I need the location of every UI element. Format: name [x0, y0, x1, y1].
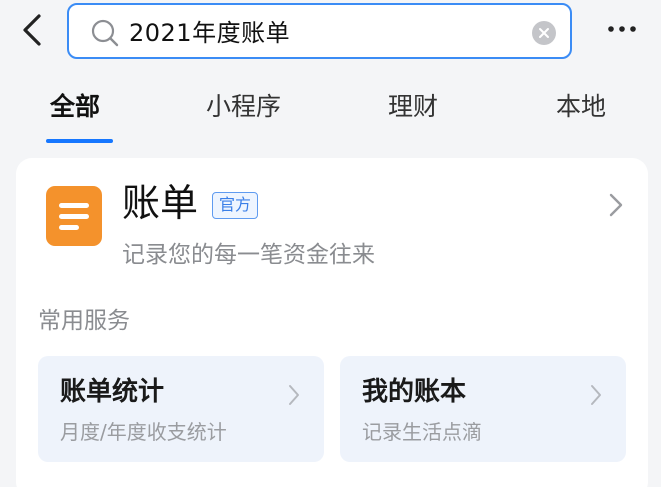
tab-finance[interactable]: 理财	[388, 90, 438, 124]
service-bill-statistics[interactable]: 账单统计 月度/年度收支统计	[38, 356, 324, 462]
app-subtitle: 记录您的每一笔资金往来	[122, 242, 375, 268]
chevron-right-icon[interactable]	[606, 191, 626, 219]
official-badge: 官方	[212, 192, 259, 219]
service-my-ledger[interactable]: 我的账本 记录生活点滴	[340, 356, 626, 462]
tab-all[interactable]: 全部	[50, 90, 100, 124]
search-icon	[91, 19, 119, 47]
service-title: 账单统计	[60, 377, 165, 407]
clear-icon	[539, 28, 549, 38]
tab-local[interactable]: 本地	[556, 90, 606, 124]
clear-button[interactable]	[532, 21, 556, 45]
tab-mini-programs[interactable]: 小程序	[206, 90, 281, 124]
active-tab-indicator	[46, 139, 113, 143]
search-input[interactable]: 2021年度账单	[67, 3, 572, 59]
chevron-right-icon	[591, 385, 601, 405]
search-query: 2021年度账单	[129, 19, 291, 47]
service-title: 我的账本	[362, 377, 467, 407]
more-icon	[608, 26, 636, 32]
back-button[interactable]	[14, 12, 50, 48]
more-button[interactable]	[604, 14, 640, 44]
bill-icon	[46, 186, 102, 246]
chevron-right-icon	[289, 385, 299, 405]
tab-bar: 全部 小程序 理财 本地	[0, 82, 661, 146]
result-card[interactable]: 账单 官方 记录您的每一笔资金往来 常用服务 账单统计 月度/年度收支统计 我的…	[16, 158, 648, 487]
section-title: 常用服务	[38, 308, 130, 334]
chevron-left-icon	[23, 14, 41, 46]
service-subtitle: 月度/年度收支统计	[60, 420, 227, 444]
top-bar: 2021年度账单	[0, 0, 661, 64]
app-title: 账单	[122, 181, 199, 225]
service-subtitle: 记录生活点滴	[362, 420, 482, 444]
